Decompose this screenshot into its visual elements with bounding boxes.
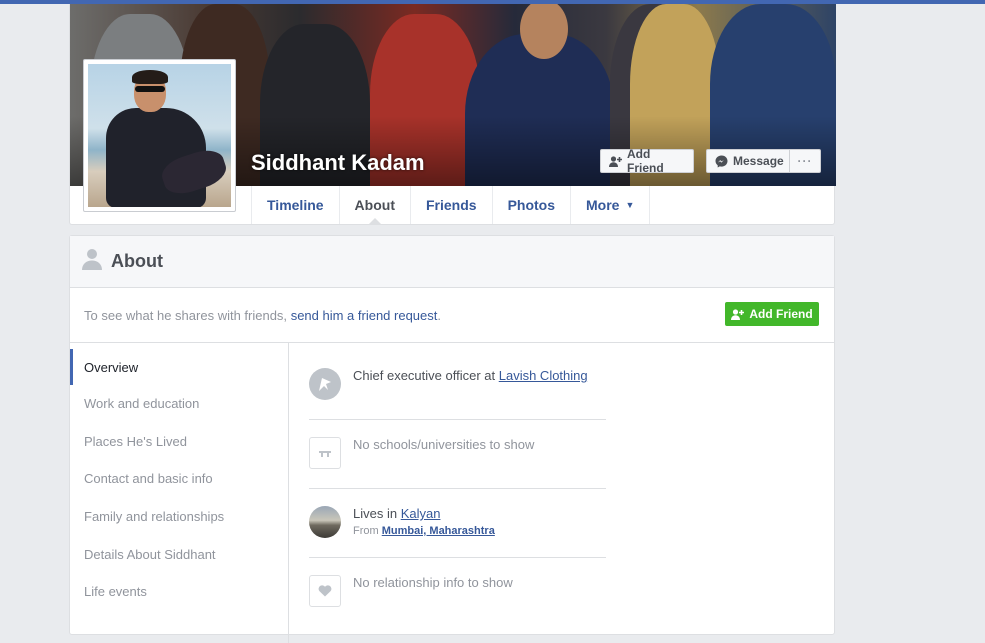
tab-about-label: About [354,197,395,213]
overview-panel: Chief executive officer at Lavish Clothi… [290,343,606,627]
nav-life-events[interactable]: Life events [70,573,288,611]
overview-work-row: Chief executive officer at Lavish Clothi… [309,343,606,420]
add-friend-icon [731,308,745,320]
from-prefix: From [353,525,382,537]
message-label: Message [733,154,784,168]
tab-friends-label: Friends [425,197,477,213]
overview-relationship-row: No relationship info to show [309,558,606,627]
about-side-nav: Overview Work and education Places He's … [70,343,289,643]
add-friend-icon [609,155,622,167]
hometown-link[interactable]: Mumbai, Maharashtra [382,525,495,537]
about-card: About To see what he shares with friends… [69,235,835,643]
message-button[interactable]: Message [706,149,790,173]
city-photo-icon [309,506,341,538]
tab-timeline[interactable]: Timeline [251,186,339,224]
messenger-icon [715,155,728,168]
add-friend-label: Add Friend [627,147,664,175]
nav-work-education[interactable]: Work and education [70,385,288,423]
tab-timeline-label: Timeline [267,197,324,213]
chevron-down-icon: ▼ [625,200,635,210]
more-options-button[interactable]: ··· [789,149,821,173]
more-dots-icon: ··· [797,154,813,168]
add-friend-button[interactable]: Add Friend [725,302,819,326]
profile-picture[interactable] [83,59,236,212]
tab-more-label: More [586,197,620,213]
add-friend-green-label: Add Friend [749,307,813,321]
work-prefix: Chief executive officer at [353,368,499,383]
add-friend-button-header[interactable]: Add Friend [600,147,694,175]
person-icon [82,248,102,275]
about-header: About [70,236,834,288]
profile-header: Siddhant Kadam Add Friend Message ··· Ti… [69,4,836,225]
employer-link[interactable]: Lavish Clothing [499,368,588,383]
nav-contact-info[interactable]: Contact and basic info [70,460,288,498]
lives-prefix: Lives in [353,506,401,521]
profile-tabs: Timeline About Friends Photos More ▼ [251,186,651,225]
nav-overview[interactable]: Overview [70,349,288,385]
current-city-link[interactable]: Kalyan [401,506,441,521]
profile-name[interactable]: Siddhant Kadam [251,150,425,176]
school-icon [309,437,341,469]
tab-more[interactable]: More ▼ [570,186,651,224]
overview-education-row: No schools/universities to show [309,420,606,489]
notice-suffix: . [437,307,442,323]
overview-lives-row: Lives in Kalyan From Mumbai, Maharashtra [309,489,606,558]
nav-places-lived[interactable]: Places He's Lived [70,423,288,461]
tab-friends[interactable]: Friends [409,186,492,224]
education-text: No schools/universities to show [353,437,535,452]
heart-icon [309,575,341,607]
friend-request-notice: To see what he shares with friends, send… [70,288,834,343]
send-friend-request-link[interactable]: send him a friend request [291,308,438,323]
nav-details-about[interactable]: Details About Siddhant [70,535,288,573]
relationship-text: No relationship info to show [353,575,513,590]
work-flag-icon [309,368,341,400]
tab-about[interactable]: About [338,186,410,225]
about-title: About [111,251,163,271]
notice-prefix: To see what he shares with friends, [84,307,288,323]
nav-family-relationships[interactable]: Family and relationships [70,498,288,536]
tab-photos[interactable]: Photos [491,186,570,224]
tab-photos-label: Photos [507,197,556,213]
about-body: Overview Work and education Places He's … [70,343,834,643]
